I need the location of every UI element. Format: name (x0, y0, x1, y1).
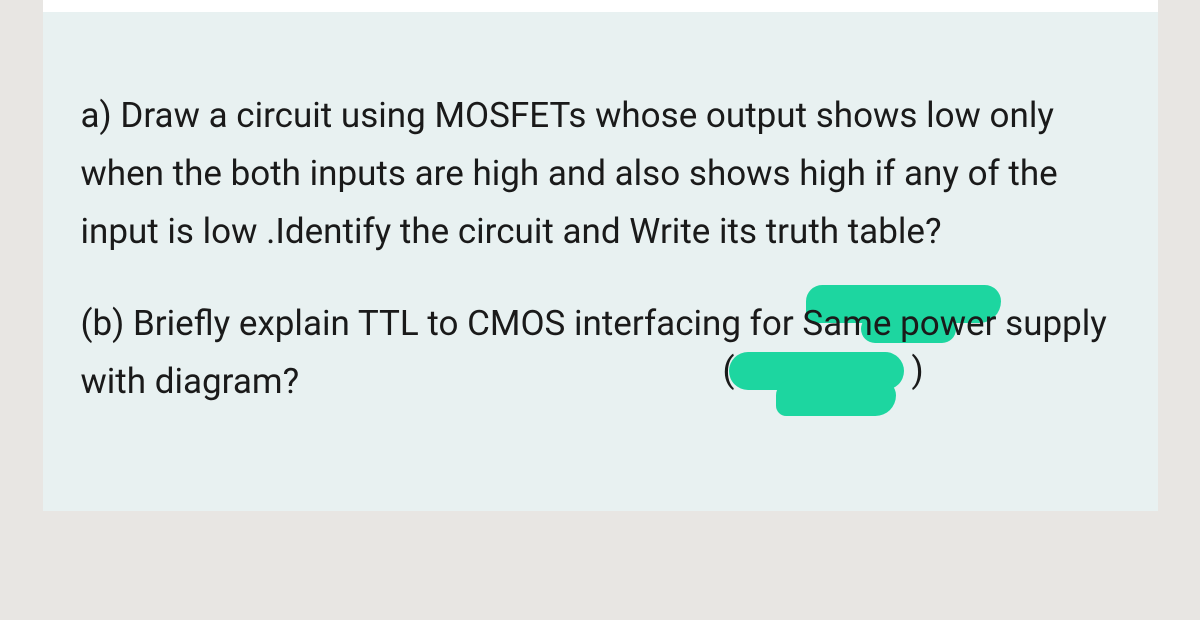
question-b-block: (b) Briefly explain TTL to CMOS interfac… (81, 295, 1120, 411)
highlight-marker-icon (776, 380, 896, 416)
question-a-text: a) Draw a circuit using MOSFETs whose ou… (81, 87, 1120, 260)
question-a-block: a) Draw a circuit using MOSFETs whose ou… (81, 87, 1120, 260)
content-card: a) Draw a circuit using MOSFETs whose ou… (43, 12, 1158, 511)
top-white-strip (43, 0, 1158, 12)
page-container: a) Draw a circuit using MOSFETs whose ou… (43, 0, 1158, 511)
paren-close: ) (912, 350, 924, 391)
question-b-text: (b) Briefly explain TTL to CMOS interfac… (81, 295, 1120, 411)
